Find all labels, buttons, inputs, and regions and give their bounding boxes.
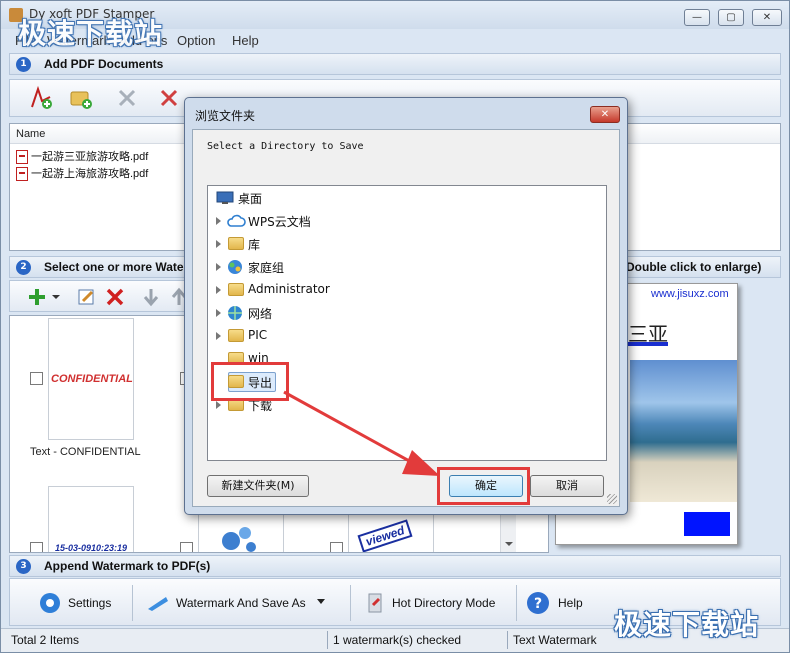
menu-option[interactable]: Option xyxy=(177,33,215,48)
dialog-title: 浏览文件夹 xyxy=(195,109,256,123)
file-name: 一起游上海旅游攻略.pdf xyxy=(31,168,149,180)
help-icon: ? xyxy=(527,592,549,614)
edit-icon[interactable] xyxy=(74,284,100,310)
preview-blue-block xyxy=(684,512,730,536)
chevron-down-icon[interactable] xyxy=(50,284,62,310)
help-button[interactable]: ? Help xyxy=(526,585,596,621)
preview-url: www.jisuxz.com xyxy=(651,288,729,300)
step-number: 1 xyxy=(16,57,31,72)
scroll-down-icon[interactable] xyxy=(504,540,514,548)
watermark-checkbox[interactable] xyxy=(330,542,343,552)
tree-label: PIC xyxy=(248,328,268,342)
expand-arrow-icon[interactable] xyxy=(216,332,221,340)
tree-label: 桌面 xyxy=(238,192,263,206)
add-watermark-icon[interactable] xyxy=(24,284,50,310)
toolbar-separator xyxy=(350,585,351,621)
status-checked: 1 watermark(s) checked xyxy=(333,633,462,647)
remove-all-icon[interactable] xyxy=(156,85,182,111)
help-label: Help xyxy=(558,596,583,610)
minimize-button[interactable]: — xyxy=(684,9,710,26)
status-total-items: Total 2 Items xyxy=(11,633,80,647)
status-watermark-type: Text Watermark xyxy=(513,633,597,647)
expand-arrow-icon[interactable] xyxy=(216,217,221,225)
expand-arrow-icon[interactable] xyxy=(216,240,221,248)
expand-arrow-icon[interactable] xyxy=(216,309,221,317)
preview-beach-image xyxy=(630,360,737,502)
hot-directory-label: Hot Directory Mode xyxy=(392,596,496,610)
step-number: 2 xyxy=(16,260,31,275)
cancel-button[interactable]: 取消 xyxy=(530,475,604,497)
preview-rule xyxy=(628,342,668,346)
expand-arrow-icon[interactable] xyxy=(216,263,221,271)
annotation-box-ok xyxy=(437,467,530,505)
add-pdf-icon[interactable] xyxy=(28,85,54,111)
watermark-save-as-label: Watermark And Save As xyxy=(176,596,306,610)
folder-icon xyxy=(228,237,244,250)
section-title: Add PDF Documents xyxy=(44,57,164,71)
bubbles-icon xyxy=(222,527,256,552)
watermark-thumbnail[interactable]: CONFIDENTIAL xyxy=(48,318,134,440)
folder-icon xyxy=(228,329,244,342)
file-name: 一起游三亚旅游攻略.pdf xyxy=(31,151,149,163)
hot-directory-icon xyxy=(368,593,382,613)
annotation-box-export xyxy=(211,362,289,401)
watermark-label: Text - CONFIDENTIAL xyxy=(30,446,141,458)
user-folder-icon xyxy=(228,283,244,296)
tree-label: 家庭组 xyxy=(248,261,285,275)
step-number: 3 xyxy=(16,559,31,574)
section-append-watermark: 3 Append Watermark to PDF(s) xyxy=(9,555,781,577)
column-name: Name xyxy=(16,128,46,140)
tree-label: Administrator xyxy=(248,282,330,296)
add-folder-icon[interactable] xyxy=(68,85,94,111)
status-divider xyxy=(327,631,328,649)
watermark-text: CONFIDENTIAL xyxy=(51,373,133,385)
remove-icon[interactable] xyxy=(114,85,140,111)
toolbar-separator xyxy=(516,585,517,621)
delete-icon[interactable] xyxy=(102,284,128,310)
watermark-save-icon xyxy=(148,597,168,611)
watermark-text: viewed xyxy=(357,519,413,552)
maximize-button[interactable]: ▢ xyxy=(718,9,744,26)
pdf-file-icon xyxy=(16,167,28,182)
menu-help[interactable]: Help xyxy=(232,33,259,48)
move-down-icon[interactable] xyxy=(138,284,164,310)
pdf-file-icon xyxy=(16,150,28,165)
dialog-prompt: Select a Directory to Save xyxy=(207,141,364,152)
close-button[interactable]: ✕ xyxy=(752,9,782,26)
watermark-checkbox[interactable] xyxy=(180,542,193,552)
gear-icon xyxy=(40,593,60,613)
homegroup-icon xyxy=(228,260,242,274)
chevron-down-icon[interactable] xyxy=(316,598,326,606)
status-divider xyxy=(507,631,508,649)
resize-grip[interactable] xyxy=(607,494,617,504)
watermark-checkbox[interactable] xyxy=(30,372,43,385)
watermark-thumbnail[interactable]: 15-03-0910:23:19 xyxy=(48,486,134,553)
settings-label: Settings xyxy=(68,596,112,610)
desktop-icon xyxy=(216,191,234,204)
watermark-checkbox[interactable] xyxy=(30,542,43,552)
watermark-text: 15-03-0910:23:19 xyxy=(55,543,128,553)
preview-hint: Double click to enlarge) xyxy=(626,260,762,274)
annotation-arrow xyxy=(283,390,440,476)
watermark-save-as-button[interactable]: Watermark And Save As xyxy=(142,585,332,621)
network-icon xyxy=(228,306,242,320)
svg-text:?: ? xyxy=(534,596,542,612)
cloud-icon xyxy=(227,214,246,227)
list-item[interactable]: 一起游三亚旅游攻略.pdf xyxy=(16,148,149,165)
settings-button[interactable]: Settings xyxy=(30,585,130,621)
toolbar-separator xyxy=(132,585,133,621)
site-logo-watermark: 极速下载站 xyxy=(18,17,164,50)
list-item[interactable]: 一起游上海旅游攻略.pdf xyxy=(16,165,149,182)
hot-directory-button[interactable]: Hot Directory Mode xyxy=(362,585,512,621)
expand-arrow-icon[interactable] xyxy=(216,401,221,409)
site-logo-watermark: 极速下载站 xyxy=(614,608,760,641)
section-add-documents: 1 Add PDF Documents xyxy=(9,53,781,75)
expand-arrow-icon[interactable] xyxy=(216,286,221,294)
tree-label: WPS云文档 xyxy=(248,215,311,229)
tree-label: 网络 xyxy=(248,307,273,321)
dialog-close-button[interactable]: ✕ xyxy=(590,106,620,123)
tree-label: 库 xyxy=(248,238,261,252)
section-title: Append Watermark to PDF(s) xyxy=(44,559,211,573)
